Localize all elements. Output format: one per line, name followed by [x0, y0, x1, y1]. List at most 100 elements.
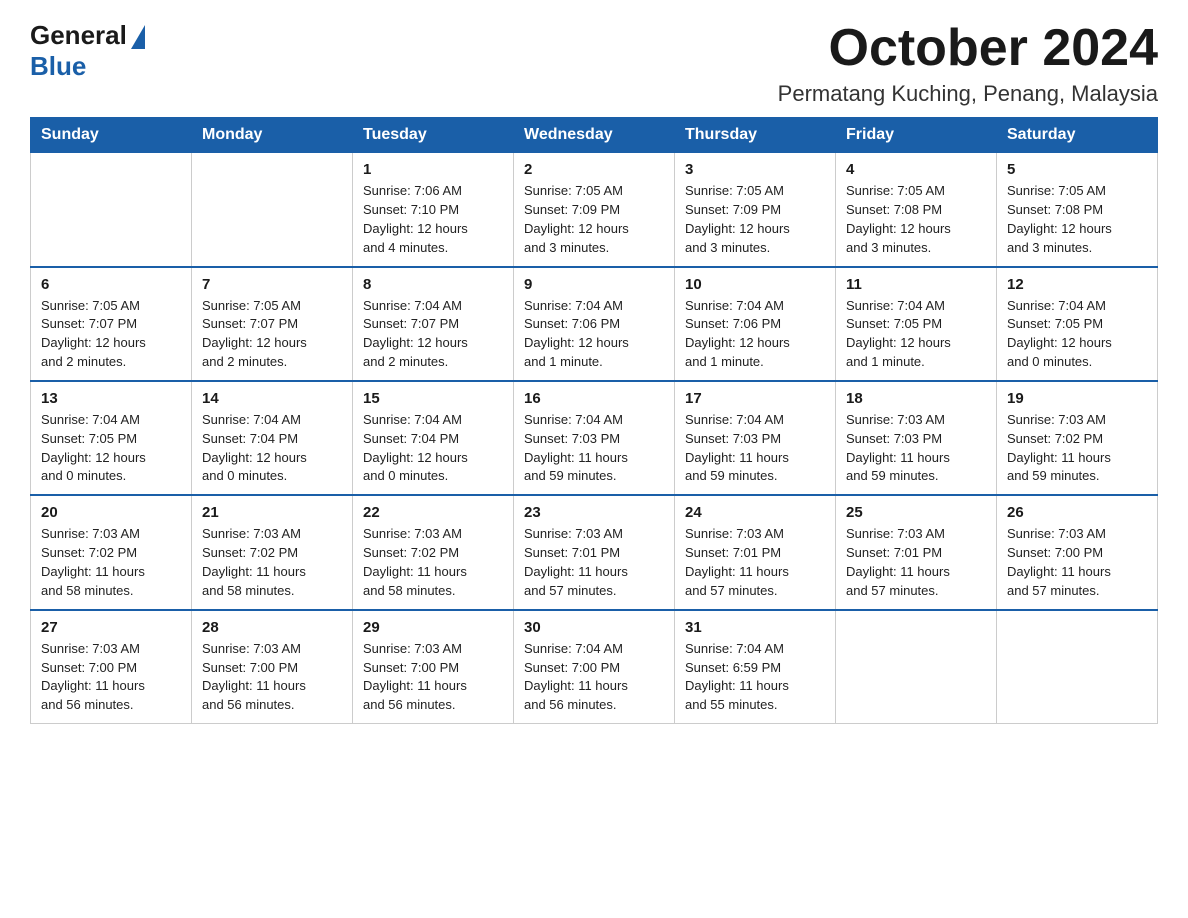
calendar-cell: 16Sunrise: 7:04 AMSunset: 7:03 PMDayligh… [514, 381, 675, 495]
day-number: 26 [1007, 504, 1147, 521]
day-number: 13 [41, 390, 181, 407]
calendar-cell: 9 Sunrise: 7:04 AMSunset: 7:06 PMDaylight… [514, 267, 675, 381]
day-info: Sunrise: 7:03 AMSunset: 7:02 PMDaylight:… [202, 525, 342, 600]
day-info: Sunrise: 7:03 AMSunset: 7:01 PMDaylight:… [846, 525, 986, 600]
calendar-cell [31, 153, 192, 267]
day-info: Sunrise: 7:05 AMSunset: 7:07 PMDaylight:… [202, 297, 342, 372]
weekday-header-saturday: Saturday [997, 118, 1158, 153]
calendar-cell: 22 Sunrise: 7:03 AMSunset: 7:02 PMDayligh… [353, 495, 514, 609]
calendar-cell: 20 Sunrise: 7:03 AMSunset: 7:02 PMDayligh… [31, 495, 192, 609]
calendar-cell: 25 Sunrise: 7:03 AMSunset: 7:01 PMDayligh… [836, 495, 997, 609]
calendar-cell: 5Sunrise: 7:05 AMSunset: 7:08 PMDaylight… [997, 153, 1158, 267]
calendar-cell: 2 Sunrise: 7:05 AMSunset: 7:09 PMDaylight… [514, 153, 675, 267]
weekday-header-row: SundayMondayTuesdayWednesdayThursdayFrid… [31, 118, 1158, 153]
calendar-cell: 19Sunrise: 7:03 AMSunset: 7:02 PMDayligh… [997, 381, 1158, 495]
calendar-cell: 13 Sunrise: 7:04 AMSunset: 7:05 PMDayligh… [31, 381, 192, 495]
day-number: 3 [685, 161, 825, 178]
calendar-cell: 28 Sunrise: 7:03 AMSunset: 7:00 PMDayligh… [192, 610, 353, 724]
day-number: 8 [363, 276, 503, 293]
day-number: 31 [685, 619, 825, 636]
location-text: Permatang Kuching, Penang, Malaysia [778, 81, 1158, 107]
calendar-cell: 24 Sunrise: 7:03 AMSunset: 7:01 PMDayligh… [675, 495, 836, 609]
calendar-cell: 8 Sunrise: 7:04 AMSunset: 7:07 PMDaylight… [353, 267, 514, 381]
day-info: Sunrise: 7:06 AMSunset: 7:10 PMDaylight:… [363, 182, 503, 257]
day-info: Sunrise: 7:04 AMSunset: 7:03 PMDaylight:… [685, 411, 825, 486]
weekday-header-wednesday: Wednesday [514, 118, 675, 153]
calendar-cell: 29Sunrise: 7:03 AMSunset: 7:00 PMDayligh… [353, 610, 514, 724]
calendar-cell: 15 Sunrise: 7:04 AMSunset: 7:04 PMDayligh… [353, 381, 514, 495]
calendar-cell: 14Sunrise: 7:04 AMSunset: 7:04 PMDayligh… [192, 381, 353, 495]
day-number: 22 [363, 504, 503, 521]
calendar-cell: 26 Sunrise: 7:03 AMSunset: 7:00 PMDayligh… [997, 495, 1158, 609]
day-number: 7 [202, 276, 342, 293]
day-info: Sunrise: 7:04 AMSunset: 7:04 PMDaylight:… [202, 411, 342, 486]
calendar-cell: 1 Sunrise: 7:06 AMSunset: 7:10 PMDaylight… [353, 153, 514, 267]
calendar-cell: 18 Sunrise: 7:03 AMSunset: 7:03 PMDayligh… [836, 381, 997, 495]
weekday-header-tuesday: Tuesday [353, 118, 514, 153]
day-info: Sunrise: 7:04 AMSunset: 7:00 PMDaylight:… [524, 640, 664, 715]
logo-triangle-icon [131, 25, 145, 49]
logo-blue-text: Blue [30, 51, 86, 82]
day-info: Sunrise: 7:04 AMSunset: 7:06 PMDaylight:… [685, 297, 825, 372]
day-number: 15 [363, 390, 503, 407]
calendar-cell: 27Sunrise: 7:03 AMSunset: 7:00 PMDayligh… [31, 610, 192, 724]
calendar-cell: 10Sunrise: 7:04 AMSunset: 7:06 PMDayligh… [675, 267, 836, 381]
day-number: 9 [524, 276, 664, 293]
day-number: 1 [363, 161, 503, 178]
calendar-cell [997, 610, 1158, 724]
calendar-week-row: 20 Sunrise: 7:03 AMSunset: 7:02 PMDayligh… [31, 495, 1158, 609]
day-number: 23 [524, 504, 664, 521]
calendar-cell [836, 610, 997, 724]
day-info: Sunrise: 7:03 AMSunset: 7:00 PMDaylight:… [202, 640, 342, 715]
day-info: Sunrise: 7:05 AMSunset: 7:09 PMDaylight:… [685, 182, 825, 257]
day-info: Sunrise: 7:03 AMSunset: 7:00 PMDaylight:… [1007, 525, 1147, 600]
calendar-week-row: 27Sunrise: 7:03 AMSunset: 7:00 PMDayligh… [31, 610, 1158, 724]
title-block: October 2024 Permatang Kuching, Penang, … [778, 20, 1158, 107]
day-info: Sunrise: 7:04 AMSunset: 7:03 PMDaylight:… [524, 411, 664, 486]
day-info: Sunrise: 7:05 AMSunset: 7:07 PMDaylight:… [41, 297, 181, 372]
calendar-cell [192, 153, 353, 267]
calendar-cell: 12Sunrise: 7:04 AMSunset: 7:05 PMDayligh… [997, 267, 1158, 381]
day-info: Sunrise: 7:05 AMSunset: 7:09 PMDaylight:… [524, 182, 664, 257]
calendar-cell: 7 Sunrise: 7:05 AMSunset: 7:07 PMDaylight… [192, 267, 353, 381]
calendar-cell: 3 Sunrise: 7:05 AMSunset: 7:09 PMDaylight… [675, 153, 836, 267]
day-number: 30 [524, 619, 664, 636]
day-number: 17 [685, 390, 825, 407]
day-number: 20 [41, 504, 181, 521]
day-number: 18 [846, 390, 986, 407]
day-number: 12 [1007, 276, 1147, 293]
calendar-cell: 31 Sunrise: 7:04 AMSunset: 6:59 PMDayligh… [675, 610, 836, 724]
day-number: 25 [846, 504, 986, 521]
weekday-header-monday: Monday [192, 118, 353, 153]
calendar-cell: 30 Sunrise: 7:04 AMSunset: 7:00 PMDayligh… [514, 610, 675, 724]
day-info: Sunrise: 7:03 AMSunset: 7:02 PMDaylight:… [1007, 411, 1147, 486]
calendar-cell: 21 Sunrise: 7:03 AMSunset: 7:02 PMDayligh… [192, 495, 353, 609]
month-title: October 2024 [778, 20, 1158, 77]
calendar-cell: 4Sunrise: 7:05 AMSunset: 7:08 PMDaylight… [836, 153, 997, 267]
day-info: Sunrise: 7:03 AMSunset: 7:02 PMDaylight:… [363, 525, 503, 600]
page-header: General Blue October 2024 Permatang Kuch… [30, 20, 1158, 107]
calendar-cell: 11Sunrise: 7:04 AMSunset: 7:05 PMDayligh… [836, 267, 997, 381]
day-number: 2 [524, 161, 664, 178]
day-info: Sunrise: 7:03 AMSunset: 7:01 PMDaylight:… [685, 525, 825, 600]
day-info: Sunrise: 7:03 AMSunset: 7:00 PMDaylight:… [41, 640, 181, 715]
day-info: Sunrise: 7:04 AMSunset: 6:59 PMDaylight:… [685, 640, 825, 715]
day-number: 5 [1007, 161, 1147, 178]
day-number: 4 [846, 161, 986, 178]
day-info: Sunrise: 7:03 AMSunset: 7:03 PMDaylight:… [846, 411, 986, 486]
calendar-week-row: 1 Sunrise: 7:06 AMSunset: 7:10 PMDaylight… [31, 153, 1158, 267]
day-number: 6 [41, 276, 181, 293]
day-info: Sunrise: 7:04 AMSunset: 7:06 PMDaylight:… [524, 297, 664, 372]
calendar-week-row: 6 Sunrise: 7:05 AMSunset: 7:07 PMDaylight… [31, 267, 1158, 381]
day-info: Sunrise: 7:03 AMSunset: 7:02 PMDaylight:… [41, 525, 181, 600]
day-info: Sunrise: 7:04 AMSunset: 7:04 PMDaylight:… [363, 411, 503, 486]
day-number: 24 [685, 504, 825, 521]
day-info: Sunrise: 7:04 AMSunset: 7:05 PMDaylight:… [41, 411, 181, 486]
day-info: Sunrise: 7:03 AMSunset: 7:01 PMDaylight:… [524, 525, 664, 600]
day-info: Sunrise: 7:04 AMSunset: 7:05 PMDaylight:… [846, 297, 986, 372]
day-number: 28 [202, 619, 342, 636]
calendar-cell: 17 Sunrise: 7:04 AMSunset: 7:03 PMDayligh… [675, 381, 836, 495]
calendar-cell: 23 Sunrise: 7:03 AMSunset: 7:01 PMDayligh… [514, 495, 675, 609]
day-info: Sunrise: 7:04 AMSunset: 7:07 PMDaylight:… [363, 297, 503, 372]
day-number: 21 [202, 504, 342, 521]
